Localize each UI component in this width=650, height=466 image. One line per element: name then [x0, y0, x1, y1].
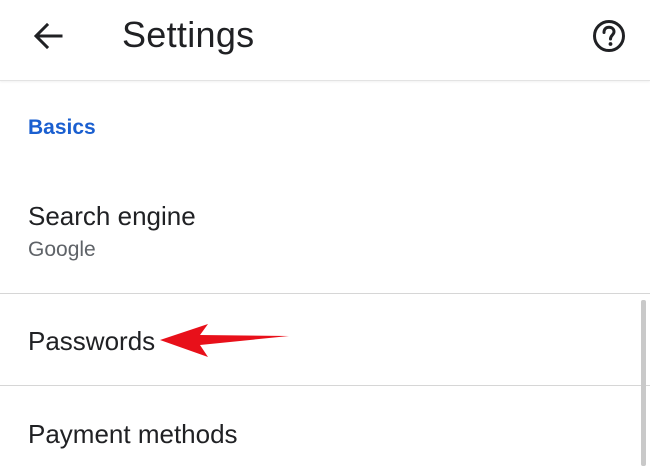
list-item-search-engine[interactable]: Search engine Google — [0, 188, 650, 293]
item-title: Search engine — [28, 201, 196, 231]
back-button[interactable] — [22, 14, 74, 58]
scrollbar[interactable] — [641, 300, 646, 466]
list-item-passwords[interactable]: Passwords — [0, 294, 650, 385]
arrow-back-icon — [33, 23, 63, 49]
section-header-basics: Basics — [28, 116, 96, 139]
item-subtitle: Google — [28, 238, 96, 261]
help-circle-icon — [593, 20, 625, 52]
help-button[interactable] — [586, 16, 632, 56]
list-item-payment-methods[interactable]: Payment methods — [0, 386, 650, 466]
item-title: Passwords — [28, 326, 156, 356]
app-bar: Settings — [0, 0, 650, 81]
page-title: Settings — [122, 14, 255, 55]
annotation-arrow-icon — [160, 324, 289, 357]
settings-screen: Settings Basics Search engine Google Pas… — [0, 0, 650, 466]
item-title: Payment methods — [28, 419, 238, 449]
